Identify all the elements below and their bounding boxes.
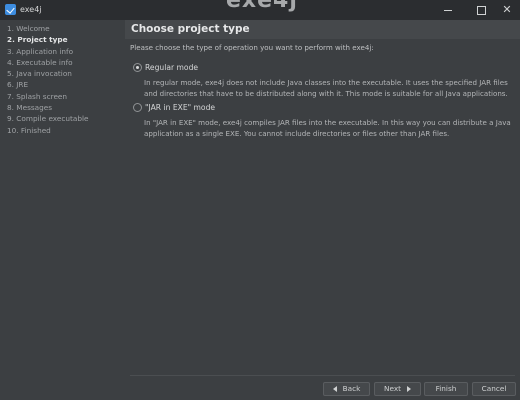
regular-mode-label[interactable]: Regular mode (145, 63, 198, 72)
sidebar-item-jre[interactable]: 6. JRE (0, 79, 125, 90)
maximize-icon[interactable] (474, 3, 488, 17)
sidebar-item-messages[interactable]: 8. Messages (0, 102, 125, 113)
arrow-right-icon (407, 386, 411, 392)
regular-mode-description: In regular mode, exe4j does not include … (144, 78, 508, 99)
sidebar-item-project-type[interactable]: 2. Project type (0, 34, 125, 45)
sidebar-item-executable-info[interactable]: 4. Executable info (0, 57, 125, 68)
back-button[interactable]: Back (323, 382, 370, 396)
brand-banner: exe4j (226, 0, 298, 13)
sidebar-item-splash-screen[interactable]: 7. Splash screen (0, 91, 125, 102)
page-header: Choose project type (125, 20, 520, 39)
finish-button[interactable]: Finish (424, 382, 468, 396)
minimize-icon[interactable] (441, 3, 455, 17)
exe4j-icon (5, 4, 16, 15)
sidebar-item-finished[interactable]: 10. Finished (0, 125, 125, 136)
jar-in-exe-mode-label[interactable]: "JAR in EXE" mode (145, 103, 215, 112)
footer-divider (130, 375, 515, 376)
jar-in-exe-mode-description: In "JAR in EXE" mode, exe4j compiles JAR… (144, 118, 511, 139)
title-bar: exe4j exe4j ✕ (0, 0, 520, 20)
next-button-label: Next (384, 384, 401, 393)
cancel-button[interactable]: Cancel (472, 382, 516, 396)
window-title: exe4j (20, 5, 42, 14)
sidebar-item-compile-executable[interactable]: 9. Compile executable (0, 113, 125, 124)
close-icon[interactable]: ✕ (500, 3, 514, 17)
steps-sidebar: 1. Welcome 2. Project type 3. Applicatio… (0, 20, 125, 400)
sidebar-item-java-invocation[interactable]: 5. Java invocation (0, 68, 125, 79)
sidebar-item-application-info[interactable]: 3. Application info (0, 46, 125, 57)
next-button[interactable]: Next (374, 382, 421, 396)
exe4j-window: exe4j exe4j ✕ 1. Welcome 2. Project type… (0, 0, 520, 400)
arrow-left-icon (332, 386, 337, 392)
intro-text: Please choose the type of operation you … (130, 43, 374, 52)
sidebar-item-welcome[interactable]: 1. Welcome (0, 23, 125, 34)
regular-mode-radio[interactable] (133, 63, 142, 72)
back-button-label: Back (342, 384, 361, 393)
main-panel: Choose project type Please choose the ty… (125, 20, 520, 400)
page-title: Choose project type (131, 23, 250, 35)
jar-in-exe-mode-radio[interactable] (133, 103, 142, 112)
